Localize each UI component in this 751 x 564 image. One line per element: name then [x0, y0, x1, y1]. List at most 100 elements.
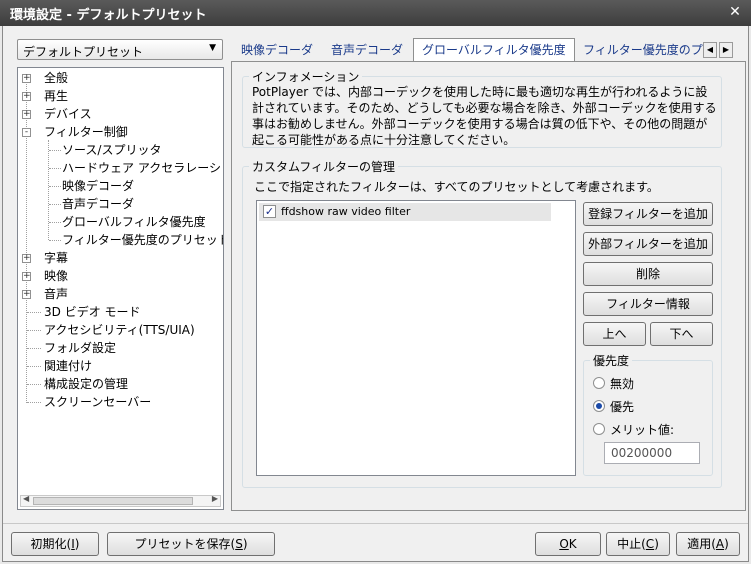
reset-button[interactable]: 初期化(I) [11, 532, 99, 556]
expand-icon[interactable]: + [22, 92, 31, 101]
tree-guide-line [48, 140, 49, 240]
move-down-button[interactable]: 下へ [650, 322, 713, 346]
tab-filter-priority-preset[interactable]: フィルター優先度のプ [575, 41, 703, 61]
tree-item-label: 字幕 [44, 251, 69, 265]
filter-name: ffdshow raw video filter [281, 205, 411, 218]
custom-filter-legend: カスタムフィルターの管理 [252, 160, 396, 174]
tree-guide-line [49, 150, 61, 151]
tree-item-label: 再生 [44, 89, 69, 103]
preset-dropdown[interactable]: デフォルトプリセット ▼ [17, 39, 223, 60]
filter-enabled-checkbox[interactable]: ✓ [263, 205, 276, 218]
tree-guide-line [27, 402, 41, 403]
scrollbar-thumb[interactable] [33, 497, 193, 505]
tree-item-folder-settings[interactable]: フォルダ設定 [44, 339, 116, 357]
priority-disabled-label: 無効 [610, 377, 635, 391]
tree-guide-line [27, 312, 41, 313]
save-preset-button-paren: ) [242, 537, 248, 551]
window-title: 環境設定 - デフォルトプリセット [10, 8, 207, 23]
ok-button-label: K [568, 537, 577, 551]
tree-guide-line [27, 330, 41, 331]
tree-horizontal-scrollbar[interactable]: ◀ ▶ [20, 494, 221, 507]
move-up-button[interactable]: 上へ [583, 322, 646, 346]
tree-item-label: フィルター制御 [44, 125, 128, 139]
close-icon[interactable]: ✕ [725, 2, 745, 22]
expand-icon[interactable]: + [22, 110, 31, 119]
expand-icon[interactable]: + [22, 290, 31, 299]
custom-filter-description: ここで指定されたフィルターは、すべてのプリセットとして考慮されます。 [254, 180, 659, 194]
priority-merit-label: メリット値: [610, 423, 675, 437]
preset-dropdown-value: デフォルトプリセット [23, 45, 144, 59]
footer-divider [3, 523, 748, 524]
add-registered-filter-button[interactable]: 登録フィルターを追加 [583, 202, 713, 226]
reset-button-paren: ) [74, 537, 80, 551]
tab-global-filter-priority[interactable]: グローバルフィルタ優先度 [413, 38, 575, 62]
tab-audio-decoder[interactable]: 音声デコーダ [323, 41, 411, 61]
collapse-icon[interactable]: - [22, 128, 31, 137]
tree-item-label: デバイス [44, 107, 92, 121]
priority-preferred-label: 優先 [610, 400, 635, 414]
tree-guide-line [49, 168, 61, 169]
info-group-legend: インフォメーション [252, 70, 360, 84]
expand-icon[interactable]: + [22, 74, 31, 83]
scroll-right-icon[interactable]: ▶ [212, 494, 218, 503]
tree-item-3d-video[interactable]: 3D ビデオ モード [44, 303, 141, 321]
tab-page-global-filter-priority: インフォメーション PotPlayer では、内部コーデックを使用した時に最も適… [231, 61, 746, 511]
settings-tree[interactable]: + 全般 + 再生 + デバイス - フィルター制御 ソース/スプリッタ ハード… [17, 67, 224, 510]
tab-strip: 映像デコーダ 音声デコーダ グローバルフィルタ優先度 フィルター優先度のプ ◀ … [231, 38, 746, 62]
tree-guide-line [49, 222, 61, 223]
tree-item-label: 映像 [44, 269, 69, 283]
expand-icon[interactable]: + [22, 254, 31, 263]
scroll-left-icon[interactable]: ◀ [23, 494, 29, 503]
filter-info-button[interactable]: フィルター情報 [583, 292, 713, 316]
ok-button-accesskey: O [559, 537, 569, 551]
info-text: PotPlayer では、内部コーデックを使用した時に最も適切な再生が行われるよ… [252, 85, 717, 147]
custom-filter-list[interactable]: ✓ ffdshow raw video filter [256, 200, 576, 476]
cancel-button[interactable]: 中止(C) [606, 532, 670, 556]
chevron-down-icon: ▼ [209, 43, 216, 53]
cancel-button-paren: ) [654, 537, 659, 551]
tree-guide-line [27, 348, 41, 349]
delete-button[interactable]: 削除 [583, 262, 713, 286]
tree-item-accessibility[interactable]: アクセシビリティ(TTS/UIA) [44, 321, 195, 339]
tab-video-decoder[interactable]: 映像デコーダ [233, 41, 321, 61]
tree-guide-line [49, 240, 61, 241]
list-item[interactable]: ✓ ffdshow raw video filter [259, 203, 551, 221]
priority-merit-radio[interactable] [593, 423, 605, 435]
apply-button-paren: ) [724, 537, 729, 551]
tree-item-filter-priority-preset[interactable]: フィルター優先度のプリセット [62, 231, 223, 249]
add-external-filter-button[interactable]: 外部フィルターを追加 [583, 232, 713, 256]
tree-guide-line [27, 366, 41, 367]
tree-item-hw-accel[interactable]: ハードウェア アクセラレーション [62, 159, 223, 177]
cancel-button-label: 中止( [617, 537, 646, 551]
tree-guide-line [27, 384, 41, 385]
tree-item-video-decoder[interactable]: 映像デコーダ [62, 177, 134, 195]
title-bar: 環境設定 - デフォルトプリセット ✕ [0, 0, 751, 26]
tree-item-label: 音声 [44, 287, 69, 301]
ok-button[interactable]: OK [535, 532, 601, 556]
priority-preferred-radio[interactable] [593, 400, 605, 412]
tab-scroll-left-icon[interactable]: ◀ [703, 42, 717, 58]
tree-item-global-filter-priority[interactable]: グローバルフィルタ優先度 [62, 213, 206, 231]
save-preset-button-label: プリセットを保存( [134, 537, 236, 551]
tree-item-audio-decoder[interactable]: 音声デコーダ [62, 195, 134, 213]
apply-button[interactable]: 適用(A) [676, 532, 740, 556]
tree-item-source-splitter[interactable]: ソース/スプリッタ [62, 141, 161, 159]
tree-item-config-management[interactable]: 構成設定の管理 [44, 375, 128, 393]
priority-disabled-radio[interactable] [593, 377, 605, 389]
tab-scroll-right-icon[interactable]: ▶ [719, 42, 733, 58]
apply-button-accesskey: A [715, 537, 725, 551]
apply-button-label: 適用( [687, 537, 716, 551]
priority-legend: 優先度 [593, 354, 630, 368]
tree-guide-line [49, 186, 61, 187]
reset-button-label: 初期化( [30, 537, 72, 551]
preferences-window: デフォルトプリセット ▼ + 全般 + 再生 + デバイス - フィルター制御 … [2, 26, 749, 562]
save-preset-button[interactable]: プリセットを保存(S) [107, 532, 275, 556]
tree-guide-line [49, 204, 61, 205]
save-preset-button-accesskey: S [235, 537, 243, 551]
merit-value-input[interactable]: 00200000 [604, 442, 700, 464]
tree-item-label: 全般 [44, 71, 69, 85]
expand-icon[interactable]: + [22, 272, 31, 281]
tree-item-screensaver[interactable]: スクリーンセーバー [44, 393, 151, 411]
tree-item-association[interactable]: 関連付け [44, 357, 92, 375]
cancel-button-accesskey: C [645, 537, 655, 551]
